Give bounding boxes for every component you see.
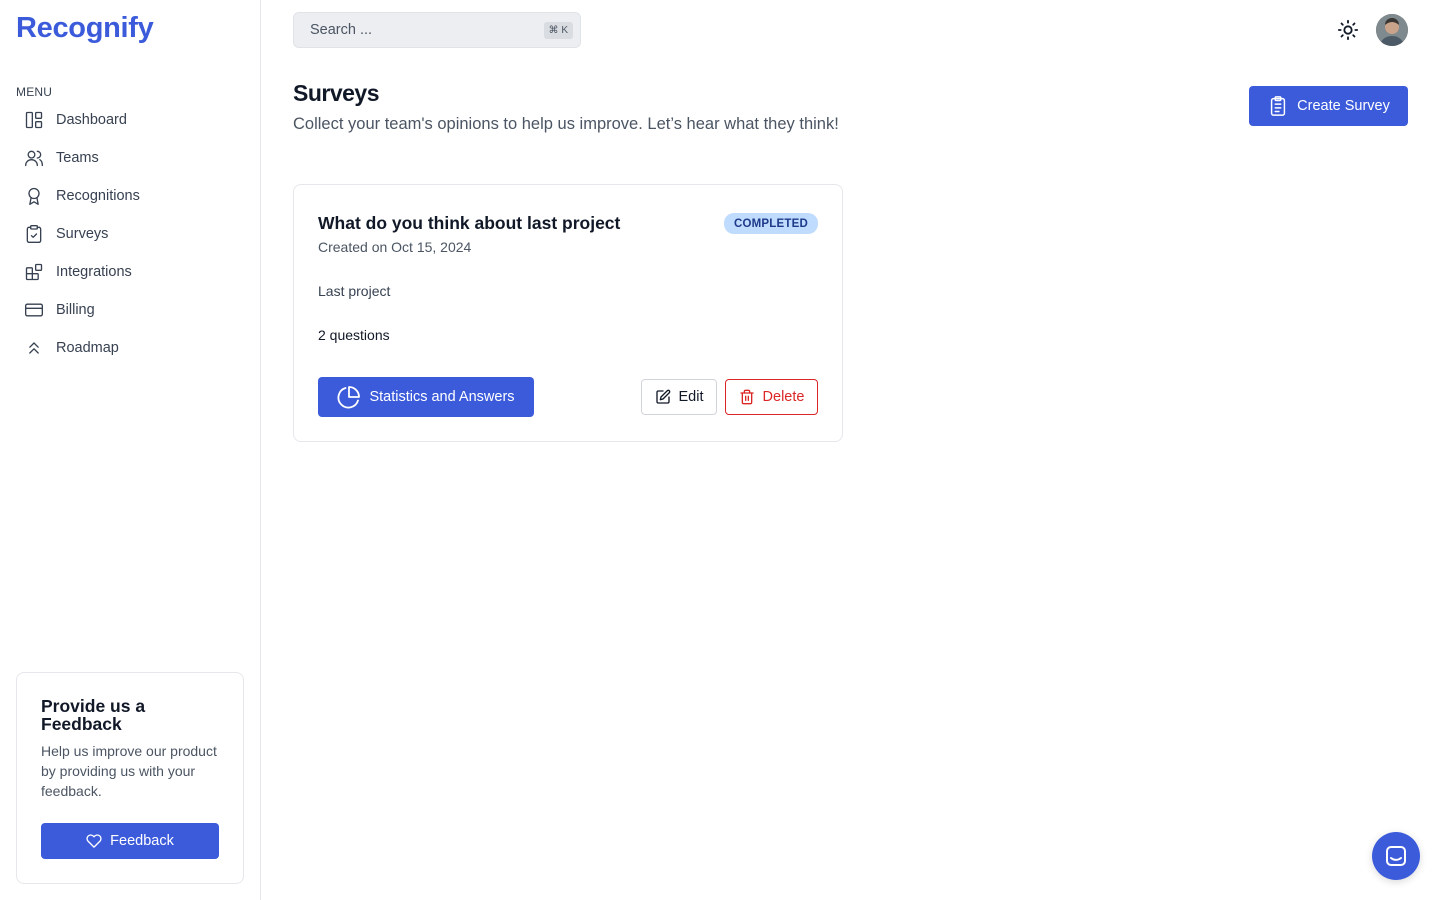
sidebar-item-label: Integrations	[56, 264, 132, 280]
sidebar-item-label: Roadmap	[56, 340, 119, 356]
feedback-button-label: Feedback	[110, 833, 174, 849]
sidebar-item-integrations[interactable]: Integrations	[16, 253, 244, 291]
search-input[interactable]: Search ... ⌘ K	[293, 12, 581, 48]
sidebar-item-roadmap[interactable]: Roadmap	[16, 329, 244, 367]
chat-launcher-button[interactable]	[1372, 832, 1420, 880]
heart-icon	[86, 834, 102, 848]
trash-icon	[739, 389, 754, 405]
statistics-and-answers-button[interactable]: Statistics and Answers	[318, 377, 534, 417]
survey-card: What do you think about last project COM…	[293, 184, 843, 442]
statistics-button-label: Statistics and Answers	[369, 389, 515, 405]
feedback-title: Provide us a Feedback	[41, 696, 146, 734]
survey-created-date: Created on Oct 15, 2024	[318, 239, 472, 255]
survey-question-count: 2 questions	[318, 327, 390, 343]
sidebar-nav: Dashboard Teams Recognitions Surveys Int…	[16, 101, 244, 367]
edit-icon	[655, 389, 670, 404]
delete-button[interactable]: Delete	[725, 379, 818, 415]
sidebar: Recognify MENU Dashboard Teams Recogniti…	[0, 0, 261, 900]
search-shortcut-hint: ⌘ K	[543, 22, 573, 39]
survey-title: What do you think about last project	[318, 213, 621, 233]
chat-icon	[1386, 846, 1406, 866]
sidebar-item-label: Dashboard	[56, 112, 127, 128]
credit-card-icon	[24, 300, 44, 320]
sidebar-item-label: Billing	[56, 302, 95, 318]
edit-button[interactable]: Edit	[641, 379, 717, 415]
sidebar-item-surveys[interactable]: Surveys	[16, 215, 244, 253]
delete-button-label: Delete	[762, 389, 805, 405]
sidebar-item-label: Surveys	[56, 226, 109, 242]
create-survey-label: Create Survey	[1297, 98, 1390, 114]
survey-description: Last project	[318, 283, 391, 299]
sidebar-item-teams[interactable]: Teams	[16, 139, 244, 177]
feedback-card: Provide us a Feedback Help us improve ou…	[16, 672, 244, 884]
sidebar-item-label: Recognitions	[56, 188, 140, 204]
pie-chart-icon	[338, 386, 361, 409]
sidebar-item-billing[interactable]: Billing	[16, 291, 244, 329]
feedback-button[interactable]: Feedback	[41, 823, 219, 859]
sidebar-item-label: Teams	[56, 150, 99, 166]
award-icon	[24, 186, 44, 206]
status-badge: COMPLETED	[724, 213, 818, 234]
feedback-text: Help us improve our product by providing…	[41, 743, 217, 799]
users-icon	[24, 148, 44, 168]
logo[interactable]: Recognify	[16, 12, 154, 45]
sun-icon[interactable]	[1336, 18, 1360, 42]
user-avatar[interactable]	[1376, 14, 1408, 46]
sidebar-item-dashboard[interactable]: Dashboard	[16, 101, 244, 139]
create-survey-button[interactable]: Create Survey	[1249, 86, 1408, 126]
layout-dashboard-icon	[24, 110, 44, 130]
page-title: Surveys	[293, 80, 380, 106]
search-placeholder: Search ...	[310, 22, 373, 38]
edit-button-label: Edit	[678, 389, 704, 405]
sidebar-item-recognitions[interactable]: Recognitions	[16, 177, 244, 215]
menu-section-label: MENU	[16, 85, 53, 99]
blocks-icon	[24, 262, 44, 282]
app-root: Recognify MENU Dashboard Teams Recogniti…	[0, 0, 1440, 900]
page-subtitle: Collect your team's opinions to help us …	[293, 115, 839, 133]
chevrons-up-icon	[24, 338, 44, 358]
clipboard-list-icon	[1271, 96, 1286, 116]
clipboard-check-icon	[24, 224, 44, 244]
